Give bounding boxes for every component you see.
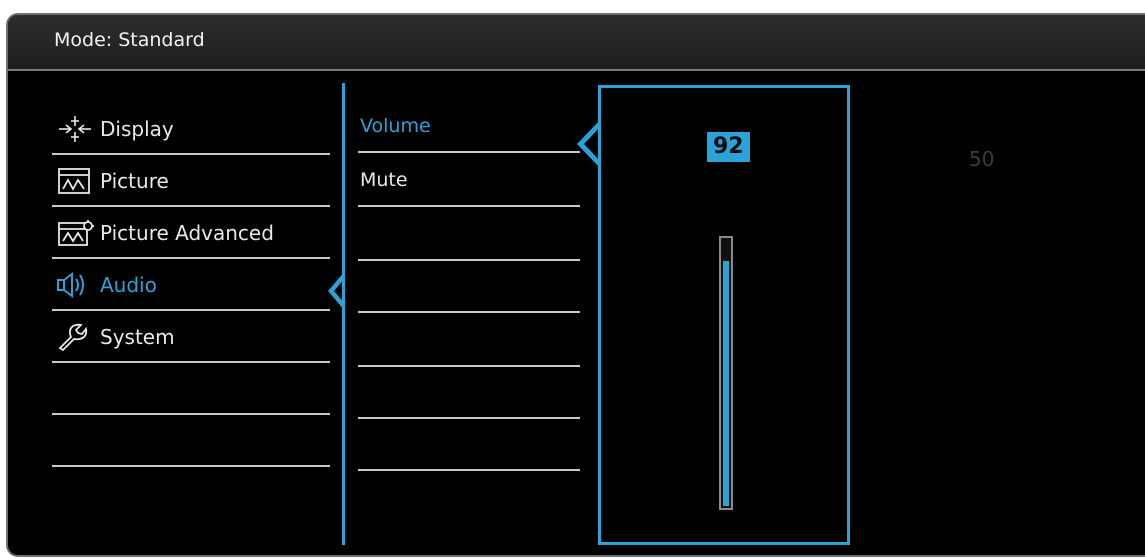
volume-value: 92	[707, 132, 750, 162]
submenu-item-volume[interactable]: Volume	[358, 101, 580, 153]
volume-slider[interactable]	[719, 236, 733, 510]
submenu-item-empty	[358, 419, 580, 471]
picture-advanced-icon	[58, 220, 94, 246]
volume-panel: 92	[598, 85, 850, 545]
speaker-icon	[57, 272, 84, 298]
picture-icon	[58, 168, 90, 194]
submenu-item-mute[interactable]: Mute	[358, 155, 580, 207]
menu-item-system[interactable]: System	[52, 311, 330, 363]
menu-label-picture: Picture	[100, 169, 169, 193]
secondary-value: 50	[969, 147, 995, 171]
title-bar: Mode: Standard	[8, 15, 1145, 71]
menu-item-empty	[52, 415, 330, 467]
column-divider	[342, 83, 345, 545]
submenu-label-mute: Mute	[360, 169, 408, 191]
menu-item-display[interactable]: Display	[52, 103, 330, 155]
osd-window: Mode: Standard Display Picture Picture A…	[6, 13, 1145, 557]
submenu-label-volume: Volume	[360, 115, 431, 137]
menu-item-picture-advanced[interactable]: Picture Advanced	[52, 207, 330, 259]
divider	[358, 311, 580, 313]
divider	[358, 469, 580, 471]
submenu-item-empty	[358, 209, 580, 261]
volume-slider-fill	[723, 261, 729, 506]
wrench-icon	[58, 323, 88, 351]
menu-item-empty	[52, 363, 330, 415]
divider	[52, 465, 330, 467]
submenu-item-empty	[358, 315, 580, 367]
menu-label-display: Display	[100, 117, 174, 141]
menu-label-system: System	[100, 325, 175, 349]
menu-label-audio: Audio	[100, 273, 157, 297]
divider	[358, 205, 580, 207]
submenu-item-empty	[358, 367, 580, 419]
menu-item-audio[interactable]: Audio	[52, 259, 330, 311]
menu-item-picture[interactable]: Picture	[52, 155, 330, 207]
divider	[358, 151, 580, 153]
submenu-item-empty	[358, 261, 580, 313]
menu-label-picture-advanced: Picture Advanced	[100, 221, 274, 245]
display-icon	[59, 116, 91, 142]
mode-label: Mode: Standard	[54, 29, 205, 51]
